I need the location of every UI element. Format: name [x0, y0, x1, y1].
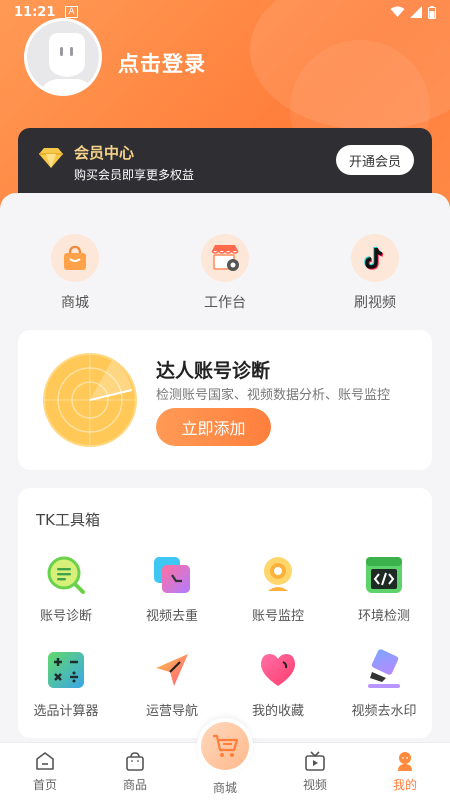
diagnosis-subtitle: 检测账号国家、视频数据分析、账号监控	[156, 388, 391, 403]
tool-video-dedup[interactable]: 视频去重	[120, 553, 224, 624]
quick-action-workbench[interactable]: 工作台	[185, 234, 265, 314]
quick-action-label: 刷视频	[354, 295, 396, 311]
tool-label: 视频去重	[145, 609, 198, 624]
heart-icon	[260, 654, 296, 686]
tool-account-monitor[interactable]: 账号监控	[226, 553, 330, 624]
nav-mall[interactable]	[197, 718, 253, 774]
video-stack-icon	[154, 557, 190, 593]
add-now-button[interactable]: 立即添加	[156, 408, 271, 446]
quick-action-browse-videos[interactable]: 刷视频	[335, 234, 415, 314]
webcam-icon	[264, 557, 292, 591]
nav-label: 我的	[392, 778, 417, 792]
nav-video[interactable]: 视频	[280, 750, 350, 793]
quick-action-label: 工作台	[204, 295, 246, 311]
navigation-arrow-icon	[156, 654, 188, 686]
nav-home[interactable]: 首页	[10, 750, 80, 793]
nav-label: 首页	[32, 778, 57, 792]
tool-account-diagnosis[interactable]: 账号诊断	[14, 553, 118, 624]
code-window-icon	[366, 557, 402, 593]
status-time: 11:21	[14, 4, 56, 20]
tool-my-favorites[interactable]: 我的收藏	[226, 648, 330, 719]
shopping-bag-icon	[51, 234, 99, 282]
member-subtitle: 购买会员即享更多权益	[74, 168, 195, 182]
open-membership-button[interactable]: 开通会员	[336, 145, 414, 175]
tool-video-watermark-remove[interactable]: 视频去水印	[332, 648, 436, 719]
diagnosis-title: 达人账号诊断	[156, 360, 271, 382]
diamond-icon	[39, 148, 63, 168]
tiktok-icon	[351, 234, 399, 282]
nav-products[interactable]: 商品	[100, 750, 170, 793]
quick-action-mall[interactable]: 商城	[35, 234, 115, 314]
tool-label: 视频去水印	[351, 704, 417, 719]
tool-label: 账号诊断	[39, 609, 92, 624]
person-icon	[398, 752, 412, 771]
status-indicators	[390, 5, 436, 19]
tv-icon	[305, 751, 325, 771]
signal-icon	[410, 6, 422, 18]
tool-label: 运营导航	[145, 704, 198, 719]
home-icon	[36, 752, 54, 770]
nav-label: 视频	[302, 778, 327, 792]
radar-icon	[43, 353, 137, 447]
tool-env-check[interactable]: 环境检测	[332, 553, 436, 624]
nav-label: 商城	[212, 781, 237, 795]
member-title: 会员中心	[74, 144, 135, 162]
toolbox-title: TK工具箱	[36, 511, 100, 529]
tool-label: 账号监控	[251, 609, 304, 624]
wifi-icon	[390, 6, 405, 17]
tool-label: 我的收藏	[251, 704, 304, 719]
bag-icon	[126, 752, 144, 771]
nav-mine[interactable]: 我的	[370, 750, 440, 793]
tool-operation-nav[interactable]: 运营导航	[120, 648, 224, 719]
avatar[interactable]	[24, 18, 102, 96]
storefront-icon	[201, 234, 249, 282]
magnifier-report-icon	[47, 556, 85, 594]
login-link[interactable]: 点击登录	[118, 48, 206, 78]
tool-label: 环境检测	[357, 609, 410, 624]
battery-icon	[428, 5, 436, 19]
eraser-icon	[368, 649, 400, 688]
calculator-icon	[48, 652, 84, 688]
tool-label: 选品计算器	[33, 704, 99, 719]
tool-product-calculator[interactable]: 选品计算器	[14, 648, 118, 719]
notification-icon: A	[65, 6, 78, 18]
quick-action-label: 商城	[61, 295, 89, 311]
nav-label: 商品	[122, 778, 147, 792]
cart-icon	[201, 722, 249, 770]
